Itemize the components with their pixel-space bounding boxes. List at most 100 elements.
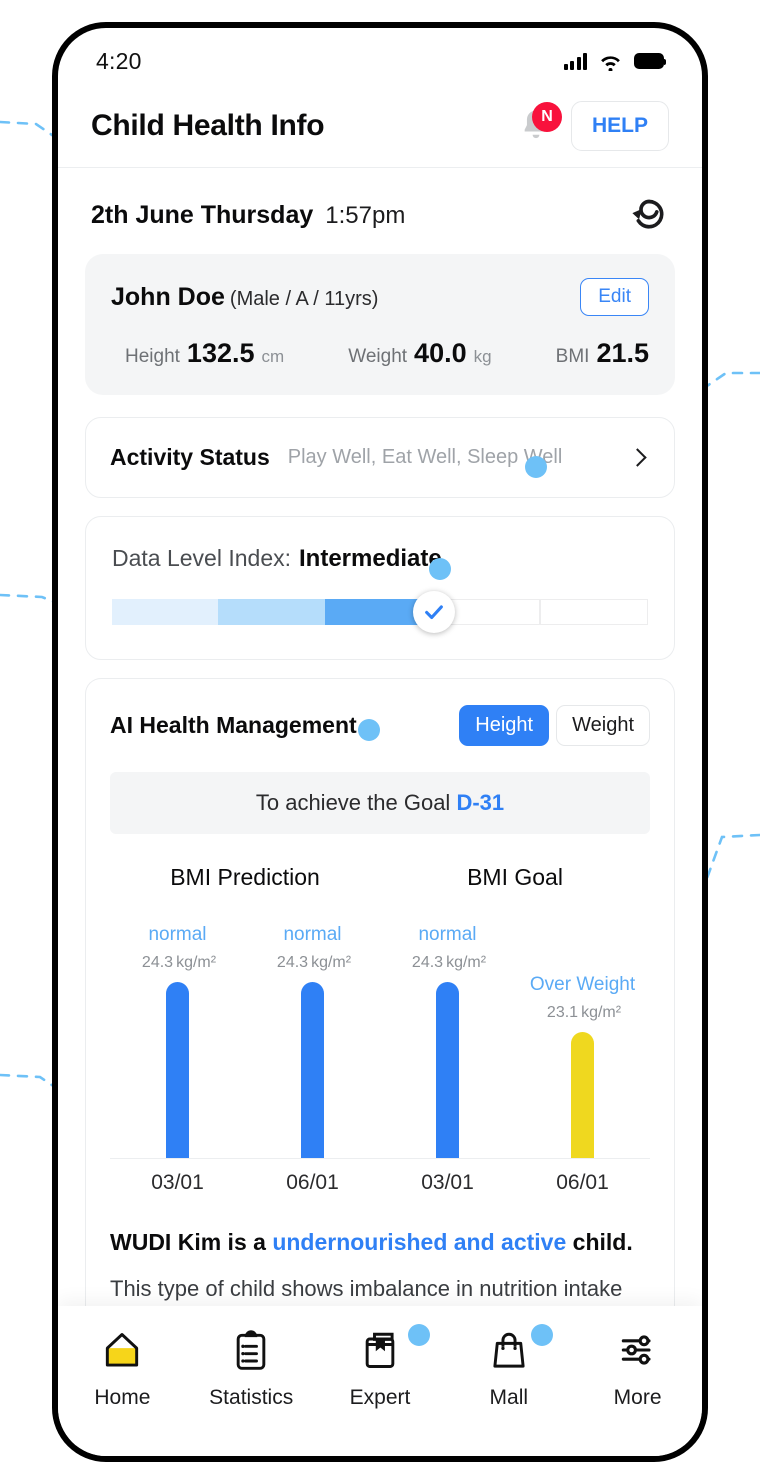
metric-value: 40.0 [414, 338, 467, 368]
bar-label-group: normal 24.3 kg/m² [373, 924, 523, 974]
ai-health-header: AI Health Management Height Weight [110, 705, 650, 746]
bar-category-label: normal [283, 924, 342, 945]
main-content: 2th June Thursday 1:57pm John Doe (Male … [58, 168, 702, 1311]
activity-status-card[interactable]: Activity Status Play Well, Eat Well, Sle… [85, 417, 675, 498]
tab-home[interactable]: Home [58, 1328, 187, 1410]
bar-category-label: normal [148, 924, 207, 945]
battery-icon [634, 53, 666, 69]
chevron-right-icon [628, 448, 647, 467]
metric-value: 21.5 [596, 338, 649, 368]
summary-section: WUDI Kim is a undernourished and active … [110, 1225, 650, 1311]
x-tick-label: 06/01 [286, 1171, 339, 1194]
progress-segment [539, 599, 649, 625]
home-icon [106, 1333, 139, 1367]
notification-button[interactable]: N [519, 101, 562, 145]
profile-meta: (Male / A / 11yrs) [229, 287, 379, 310]
chart-x-axis: 03/01 06/01 [380, 1171, 650, 1195]
bar-value-label: 23.1 kg/m² [546, 1004, 622, 1021]
status-bar: 4:20 [58, 28, 702, 84]
progress-segment [218, 599, 325, 625]
profile-top: John Doe (Male / A / 11yrs) Edit [111, 278, 649, 316]
bar-unit: kg/m² [311, 954, 352, 971]
toggle-weight[interactable]: Weight [556, 705, 650, 746]
bar-unit: kg/m² [446, 954, 487, 971]
data-level-progress[interactable] [112, 591, 649, 633]
shopping-bag-icon [493, 1332, 525, 1368]
goal-banner-value: D-31 [456, 790, 505, 815]
data-level-label: Data Level Index: [112, 545, 292, 571]
tab-label: Statistics [209, 1386, 294, 1409]
profile-name-line: John Doe (Male / A / 11yrs) [111, 283, 378, 312]
toggle-height[interactable]: Height [459, 705, 550, 746]
bar-value-label: 24.3 kg/m² [141, 954, 217, 971]
check-icon [424, 605, 443, 620]
date-left: 2th June Thursday 1:57pm [91, 201, 405, 230]
goal-banner-text: To achieve the Goal [255, 790, 451, 815]
metric-weight: Weight 40.0 kg [284, 338, 555, 369]
bar-value-label: 24.3 kg/m² [411, 954, 487, 971]
metric-label: BMI [555, 346, 590, 367]
bar-unit: kg/m² [581, 1004, 622, 1021]
profile-metrics: Height 132.5 cm Weight 40.0 kg BMI 21.5 [111, 338, 649, 369]
metric-label: Weight [348, 346, 408, 367]
bar-category-label: Over Weight [529, 974, 636, 995]
bar-column: normal 24.3 kg/m² [133, 909, 223, 1158]
data-level-value: Intermediate [299, 545, 442, 572]
status-time: 4:20 [96, 47, 142, 74]
progress-knob[interactable] [412, 591, 455, 633]
x-tick-label: 06/01 [556, 1171, 609, 1194]
summary-body: This type of child shows imbalance in nu… [110, 1275, 623, 1301]
tab-label: Expert [349, 1386, 411, 1409]
chart-x-axis: 03/01 06/01 [110, 1171, 380, 1195]
sliders-icon [621, 1335, 651, 1365]
bar-label-group: normal 24.3 kg/m² [103, 924, 253, 974]
app-header: Child Health Info N HELP [58, 84, 702, 168]
progress-segment [112, 599, 219, 625]
x-tick-label: 03/01 [421, 1171, 474, 1194]
tab-bar: Home Statistics Expert Mall More [58, 1306, 702, 1456]
metric-bmi: BMI 21.5 [556, 338, 649, 369]
signal-icon [563, 52, 587, 70]
tab-more[interactable]: More [573, 1328, 702, 1410]
chart-plot-area: normal 24.3 kg/m² Over Weight 23.1 kg/m² [380, 909, 650, 1159]
summary-suffix: child. [566, 1229, 633, 1255]
bmi-goal-chart: BMI Goal normal 24.3 kg/m² Over Weight 2… [380, 864, 650, 1195]
profile-card: John Doe (Male / A / 11yrs) Edit Height … [85, 254, 675, 395]
edit-button[interactable]: Edit [580, 278, 649, 316]
help-button[interactable]: HELP [570, 100, 669, 151]
annotation-dot [358, 719, 380, 741]
metric-value: 132.5 [186, 338, 255, 368]
tab-mall[interactable]: Mall [444, 1328, 573, 1410]
annotation-dot [408, 1324, 430, 1346]
activity-status-title: Activity Status [110, 444, 270, 470]
wifi-icon [601, 55, 620, 71]
bar-category-label: normal [418, 924, 477, 945]
summary-prefix: WUDI Kim is a [110, 1229, 273, 1255]
phone-frame: 4:20 Child Health Info N HELP 2th June T… [52, 22, 708, 1462]
profile-name: John Doe [111, 282, 225, 311]
bar-label-group: Over Weight 23.1 kg/m² [508, 974, 658, 1024]
summary-highlight: undernourished and active [272, 1229, 567, 1255]
bar-value-label: 24.3 kg/m² [276, 954, 352, 971]
bar-column: normal 24.3 kg/m² [403, 909, 493, 1158]
data-level-line: Data Level Index: Intermediate [112, 545, 648, 573]
tab-statistics[interactable]: Statistics [187, 1328, 316, 1410]
date-text: 2th June Thursday [91, 200, 314, 229]
bar [301, 982, 324, 1158]
bar-column: Over Weight 23.1 kg/m² [530, 909, 635, 1158]
tab-label: Home [94, 1386, 151, 1409]
ai-health-card: AI Health Management Height Weight To ac… [85, 678, 675, 1311]
date-row: 2th June Thursday 1:57pm [85, 168, 675, 254]
metric-unit: cm [261, 347, 285, 366]
ai-health-title: AI Health Management [110, 712, 357, 738]
notification-badge: N [531, 101, 562, 132]
refresh-icon[interactable] [627, 194, 669, 236]
bmi-charts: BMI Prediction normal 24.3kg/m² normal [110, 864, 650, 1195]
bar-label-group: normal 24.3 kg/m² [238, 924, 388, 974]
book-icon [365, 1332, 395, 1368]
goal-banner: To achieve the Goal D-31 [110, 772, 650, 834]
bar [571, 1032, 594, 1158]
time-text: 1:57pm [325, 201, 406, 229]
annotation-dot [525, 456, 547, 478]
bar [166, 982, 189, 1158]
